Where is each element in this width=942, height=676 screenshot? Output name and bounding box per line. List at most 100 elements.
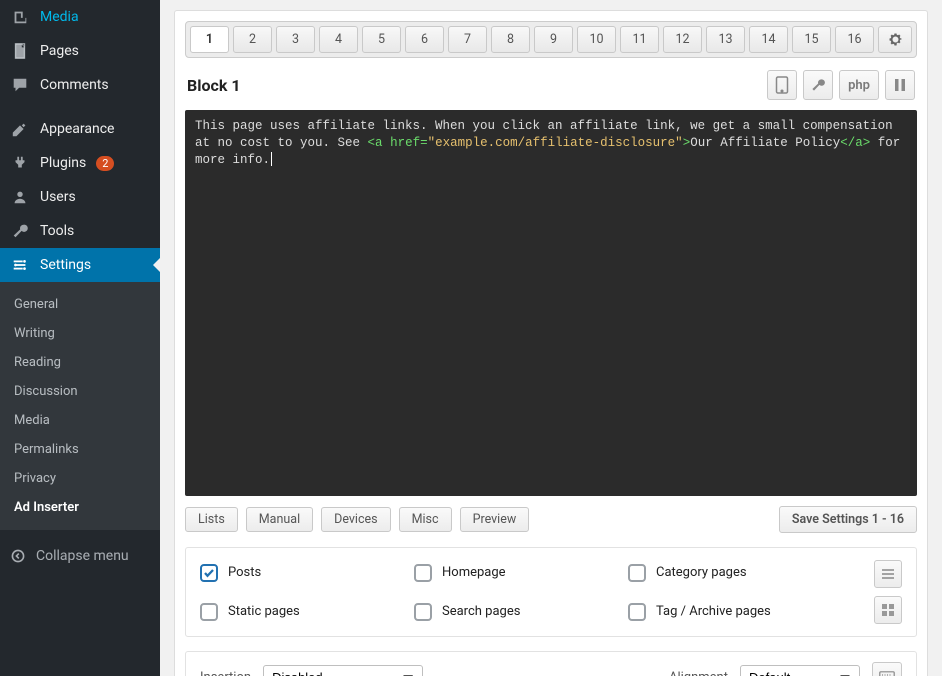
tab-11[interactable]: 11 [620, 26, 659, 53]
code-text: This page uses affiliate links. When you… [195, 119, 908, 167]
subitem-permalinks[interactable]: Permalinks [0, 435, 160, 464]
settings-submenu: General Writing Reading Discussion Media… [0, 282, 160, 530]
code-editor[interactable]: This page uses affiliate links. When you… [185, 110, 917, 496]
subitem-ad-inserter[interactable]: Ad Inserter [0, 493, 160, 522]
checkbox-icon [628, 564, 646, 582]
save-settings-button[interactable]: Save Settings 1 - 16 [779, 506, 917, 533]
device-preview-button[interactable] [767, 70, 797, 100]
wrench-icon [810, 77, 826, 93]
comments-icon [10, 76, 30, 94]
subitem-general[interactable]: General [0, 290, 160, 319]
checkbox-label: Posts [228, 565, 261, 580]
tools-button[interactable] [803, 70, 833, 100]
sidebar-item-pages[interactable]: Pages [0, 34, 160, 68]
checkbox-icon [414, 564, 432, 582]
text-cursor [271, 152, 272, 166]
checkbox-homepage[interactable]: Homepage [414, 564, 628, 582]
tab-12[interactable]: 12 [663, 26, 702, 53]
settings-icon [10, 256, 30, 274]
subitem-reading[interactable]: Reading [0, 348, 160, 377]
tab-16[interactable]: 16 [835, 26, 874, 53]
main-content: 1 2 3 4 5 6 7 8 9 10 11 12 13 14 15 16 [160, 0, 942, 676]
option-buttons-row: Lists Manual Devices Misc Preview Save S… [185, 506, 917, 533]
tools-icon [10, 222, 30, 240]
subitem-media[interactable]: Media [0, 406, 160, 435]
subitem-discussion[interactable]: Discussion [0, 377, 160, 406]
tab-15[interactable]: 15 [792, 26, 831, 53]
tab-13[interactable]: 13 [706, 26, 745, 53]
tab-10[interactable]: 10 [577, 26, 616, 53]
checkbox-label: Search pages [442, 604, 520, 619]
sidebar-item-settings[interactable]: Settings [0, 248, 160, 282]
sidebar-item-label: Pages [40, 43, 79, 59]
sidebar-item-label: Users [40, 189, 76, 205]
sidebar-item-plugins[interactable]: Plugins 2 [0, 146, 160, 180]
checkbox-icon [200, 603, 218, 621]
checkbox-search-pages[interactable]: Search pages [414, 603, 628, 621]
collapse-menu[interactable]: Collapse menu [0, 538, 160, 574]
block-header-tools: php [767, 70, 915, 100]
checkbox-label: Static pages [228, 604, 300, 619]
tab-6[interactable]: 6 [405, 26, 444, 53]
gear-icon [888, 32, 903, 47]
tab-4[interactable]: 4 [319, 26, 358, 53]
checkbox-category[interactable]: Category pages [628, 564, 842, 582]
checkbox-icon [628, 603, 646, 621]
tab-5[interactable]: 5 [362, 26, 401, 53]
php-toggle-button[interactable]: php [839, 70, 879, 100]
sidebar-item-label: Plugins [40, 155, 86, 171]
sidebar-item-users[interactable]: Users [0, 180, 160, 214]
appearance-icon [10, 120, 30, 138]
grid-icon [881, 603, 895, 617]
pages-icon [10, 42, 30, 60]
checkbox-label: Homepage [442, 565, 506, 580]
tab-8[interactable]: 8 [491, 26, 530, 53]
tab-14[interactable]: 14 [749, 26, 788, 53]
checkbox-icon [414, 603, 432, 621]
sidebar-item-comments[interactable]: Comments [0, 68, 160, 102]
checkbox-label: Tag / Archive pages [656, 604, 771, 619]
pause-icon [894, 78, 906, 92]
tab-7[interactable]: 7 [448, 26, 487, 53]
subitem-writing[interactable]: Writing [0, 319, 160, 348]
block-tabs: 1 2 3 4 5 6 7 8 9 10 11 12 13 14 15 16 [185, 21, 917, 58]
lists-button[interactable]: Lists [185, 507, 238, 532]
misc-button[interactable]: Misc [399, 507, 452, 532]
alignment-select[interactable]: Default [740, 665, 860, 676]
list-view-button[interactable] [874, 560, 902, 588]
collapse-label: Collapse menu [36, 548, 129, 564]
tab-settings-gear[interactable] [878, 26, 912, 53]
checkbox-tag-archive[interactable]: Tag / Archive pages [628, 603, 842, 621]
admin-sidebar: Media Pages Comments Appearance Plugins … [0, 0, 160, 676]
alignment-preview-button[interactable] [872, 662, 902, 676]
collapse-icon [10, 548, 26, 564]
tab-1[interactable]: 1 [190, 26, 229, 53]
manual-button[interactable]: Manual [246, 507, 313, 532]
sidebar-item-tools[interactable]: Tools [0, 214, 160, 248]
plugins-update-badge: 2 [96, 156, 114, 171]
sidebar-item-label: Appearance [40, 121, 114, 137]
sidebar-item-label: Comments [40, 77, 109, 93]
sidebar-item-media[interactable]: Media [0, 0, 160, 34]
insertion-label: Insertion [200, 670, 251, 676]
page-targets: Posts Homepage Category pages Static pag… [185, 547, 917, 637]
tab-2[interactable]: 2 [233, 26, 272, 53]
block-header: Block 1 php [185, 68, 917, 110]
sidebar-item-appearance[interactable]: Appearance [0, 112, 160, 146]
tab-3[interactable]: 3 [276, 26, 315, 53]
checkbox-static-pages[interactable]: Static pages [200, 603, 414, 621]
tablet-icon [775, 76, 789, 94]
checkbox-label: Category pages [656, 565, 747, 580]
pause-button[interactable] [885, 70, 915, 100]
tab-9[interactable]: 9 [534, 26, 573, 53]
alignment-label: Alignment [669, 670, 728, 676]
preview-button[interactable]: Preview [460, 507, 530, 532]
grid-view-button[interactable] [874, 596, 902, 624]
devices-button[interactable]: Devices [321, 507, 390, 532]
checkbox-posts[interactable]: Posts [200, 564, 414, 582]
insertion-row: Insertion Disabled Alignment Default [185, 651, 917, 676]
target-view-toggles [842, 560, 902, 624]
insertion-select[interactable]: Disabled [263, 665, 423, 676]
sidebar-item-label: Settings [40, 257, 91, 273]
subitem-privacy[interactable]: Privacy [0, 464, 160, 493]
